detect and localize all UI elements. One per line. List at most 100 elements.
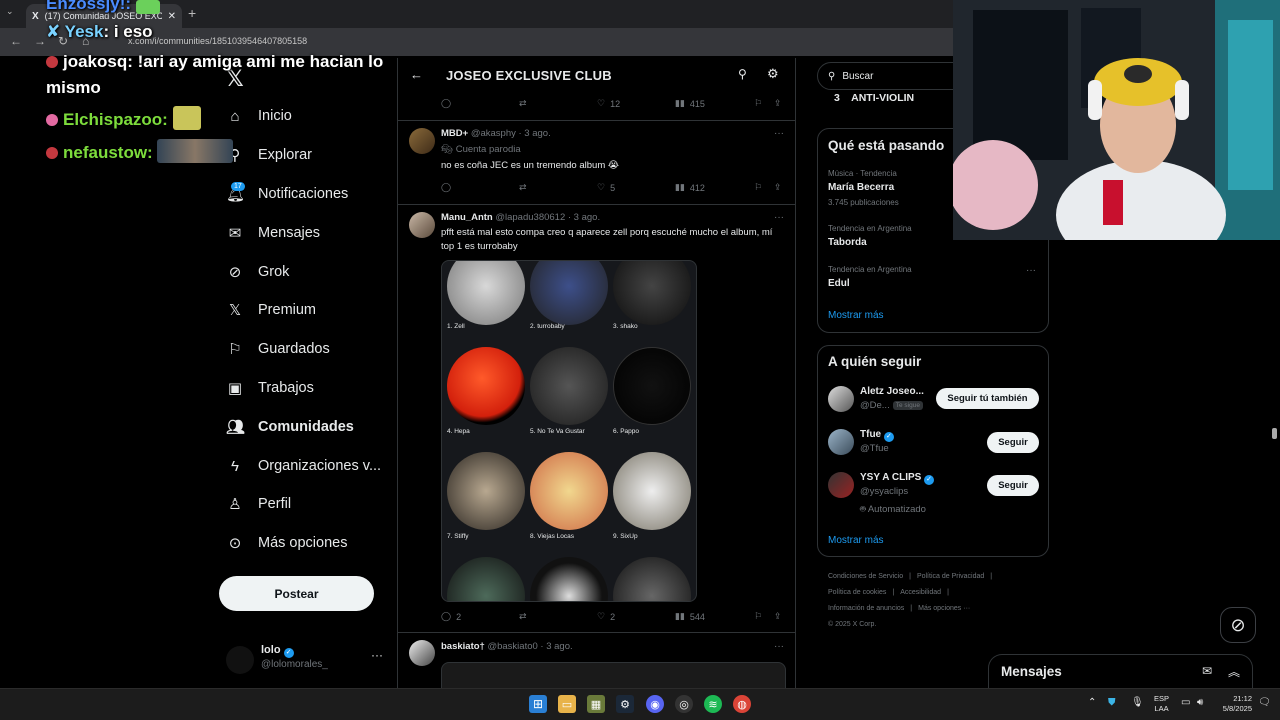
reply-button[interactable]: ◯ 2 bbox=[441, 611, 461, 622]
windows-start-icon[interactable]: ⊞ bbox=[529, 695, 547, 713]
author-handle[interactable]: @akasphy bbox=[471, 128, 516, 139]
avatar[interactable] bbox=[409, 212, 435, 238]
share-icon[interactable]: ⇪ bbox=[774, 611, 782, 622]
network-icon[interactable]: ▭ bbox=[1181, 697, 1190, 708]
retweet-icon[interactable]: ⇄ bbox=[519, 182, 527, 193]
app-icon[interactable]: ▦ bbox=[587, 695, 605, 713]
tweet-time[interactable]: · 3 ago. bbox=[568, 212, 600, 223]
reload-icon[interactable]: ↻ bbox=[58, 34, 68, 48]
retweet-icon[interactable]: ⇄ bbox=[519, 98, 527, 109]
sidebar-item-explorar[interactable]: ⚲ Explorar bbox=[226, 143, 313, 167]
sidebar-item-inicio[interactable]: ⌂ Inicio bbox=[226, 104, 291, 128]
sidebar-item-mensajes[interactable]: ✉ Mensajes bbox=[226, 221, 320, 245]
like-button[interactable]: ♡ 12 bbox=[597, 98, 620, 109]
author-handle[interactable]: @baskiato0 bbox=[487, 641, 537, 652]
gear-icon[interactable]: ⚙ bbox=[767, 66, 779, 82]
trend-name[interactable]: Edul bbox=[828, 278, 850, 289]
steam-icon[interactable]: ⚙ bbox=[616, 695, 634, 713]
avatar[interactable] bbox=[828, 472, 854, 498]
sidebar-item-más-opciones[interactable]: ⊙ Más opciones bbox=[226, 531, 348, 555]
trend-name[interactable]: Taborda bbox=[828, 237, 867, 248]
browser-tab[interactable]: X (17) Comunidad JOSEO EXCLUS ✕ bbox=[26, 4, 182, 28]
ads-info-link[interactable]: Información de anuncios bbox=[828, 605, 904, 612]
sidebar-item-perfil[interactable]: ♙ Perfil bbox=[226, 492, 291, 516]
terms-link[interactable]: Condiciones de Servicio bbox=[828, 573, 903, 580]
avatar[interactable] bbox=[828, 429, 854, 455]
tweet-media[interactable] bbox=[441, 662, 786, 688]
back-icon[interactable]: ← bbox=[10, 34, 22, 48]
url-text[interactable]: x.com/i/communities/1851039546407805158 bbox=[128, 36, 307, 46]
reply-icon[interactable]: ◯ bbox=[441, 182, 451, 193]
follow-back-button[interactable]: Seguir tú también bbox=[936, 388, 1039, 409]
avatar[interactable] bbox=[828, 386, 854, 412]
sidebar-item-trabajos[interactable]: ▣ Trabajos bbox=[226, 376, 314, 400]
follow-button[interactable]: Seguir bbox=[987, 475, 1039, 496]
new-tab-icon[interactable]: + bbox=[188, 6, 196, 20]
new-message-icon[interactable]: ✉ bbox=[1202, 664, 1212, 678]
account-switcher[interactable]: lolo ✓ @lolomorales_ ··· bbox=[226, 644, 386, 676]
volume-icon[interactable]: 🔊︎ bbox=[1197, 697, 1203, 708]
more-icon[interactable]: ··· bbox=[371, 648, 383, 662]
scrollbar-thumb[interactable] bbox=[1272, 428, 1277, 439]
tweet-time[interactable]: · 3 ago. bbox=[519, 128, 551, 139]
like-button[interactable]: ♡ 5 bbox=[597, 182, 615, 193]
author-handle[interactable]: @lapadu380612 bbox=[495, 212, 565, 223]
sidebar-item-grok[interactable]: ⊘ Grok bbox=[226, 260, 290, 284]
share-icon[interactable]: ⇪ bbox=[774, 98, 782, 109]
follow-name[interactable]: Aletz Joseo... bbox=[860, 386, 924, 397]
more-icon[interactable]: ··· bbox=[1026, 265, 1036, 276]
grok-float-button[interactable]: ⊘ bbox=[1220, 607, 1256, 643]
avatar[interactable] bbox=[409, 128, 435, 154]
ranked-item[interactable]: 3 ANTI-VIOLIN bbox=[834, 92, 914, 104]
share-icon[interactable]: ⇪ bbox=[774, 182, 782, 193]
expand-icon[interactable]: ︽ bbox=[1228, 663, 1240, 680]
views-button[interactable]: ▮▮ 412 bbox=[675, 182, 705, 193]
spotify-icon[interactable]: ≋ bbox=[704, 695, 722, 713]
reply-icon[interactable]: ◯ bbox=[441, 98, 451, 109]
more-options-link[interactable]: Más opciones ··· bbox=[918, 605, 970, 612]
forward-icon[interactable]: → bbox=[34, 34, 46, 48]
trend-name[interactable]: María Becerra bbox=[828, 182, 894, 193]
home-browser-icon[interactable]: ⌂ bbox=[82, 34, 89, 48]
search-icon[interactable]: ⚲ bbox=[738, 67, 747, 81]
cookies-link[interactable]: Política de cookies bbox=[828, 589, 886, 596]
bookmark-icon[interactable]: ⚐ bbox=[754, 182, 762, 193]
follow-name[interactable]: Tfue bbox=[860, 429, 881, 440]
accessibility-link[interactable]: Accesibilidad bbox=[900, 589, 941, 596]
tweet-time[interactable]: · 3 ago. bbox=[540, 641, 572, 652]
more-icon[interactable]: ··· bbox=[774, 641, 784, 652]
avatar[interactable] bbox=[409, 640, 435, 666]
post-button[interactable]: Postear bbox=[219, 576, 374, 611]
x-logo-icon[interactable]: 𝕏 bbox=[226, 66, 244, 92]
show-more-follows-link[interactable]: Mostrar más bbox=[828, 535, 884, 546]
follow-name[interactable]: YSY A CLIPS bbox=[860, 472, 921, 483]
microphone-icon[interactable]: 🎙︎ bbox=[1131, 697, 1144, 708]
more-icon[interactable]: ··· bbox=[774, 128, 784, 139]
chrome-icon[interactable]: ◍ bbox=[733, 695, 751, 713]
sidebar-item-organizaciones-v[interactable]: ϟ Organizaciones v... bbox=[226, 454, 381, 478]
follow-button[interactable]: Seguir bbox=[987, 432, 1039, 453]
messages-drawer[interactable]: Mensajes ✉ ︽ bbox=[988, 654, 1253, 690]
tab-search-icon[interactable]: ⌄ bbox=[6, 6, 14, 17]
notification-center-icon[interactable]: 🗨︎ bbox=[1258, 697, 1271, 708]
views-button[interactable]: ▮▮ 415 bbox=[675, 98, 705, 109]
input-language[interactable]: ESP LAA bbox=[1154, 694, 1169, 714]
views-button[interactable]: ▮▮ 544 bbox=[675, 611, 705, 622]
discord-icon[interactable]: ◉ bbox=[646, 695, 664, 713]
file-explorer-icon[interactable]: ▭ bbox=[558, 695, 576, 713]
sidebar-item-premium[interactable]: 𝕏 Premium bbox=[226, 298, 316, 322]
author-name[interactable]: MBD+ bbox=[441, 128, 468, 139]
author-name[interactable]: baskiato† bbox=[441, 641, 485, 652]
sidebar-item-comunidades[interactable]: 👥︎ Comunidades bbox=[226, 415, 354, 439]
bookmark-icon[interactable]: ⚐ bbox=[754, 611, 762, 622]
show-more-trends-link[interactable]: Mostrar más bbox=[828, 310, 884, 321]
tray-overflow-icon[interactable]: ⌃ bbox=[1088, 697, 1096, 708]
tray-shield-icon[interactable]: ⛊ bbox=[1108, 697, 1116, 708]
like-button[interactable]: ♡ 2 bbox=[597, 611, 615, 622]
more-icon[interactable]: ··· bbox=[774, 212, 784, 223]
sidebar-item-guardados[interactable]: ⚐ Guardados bbox=[226, 337, 329, 361]
privacy-link[interactable]: Política de Privacidad bbox=[917, 573, 984, 580]
bookmark-icon[interactable]: ⚐ bbox=[754, 98, 762, 109]
back-arrow-icon[interactable]: ← bbox=[410, 67, 423, 82]
retweet-icon[interactable]: ⇄ bbox=[519, 611, 527, 622]
